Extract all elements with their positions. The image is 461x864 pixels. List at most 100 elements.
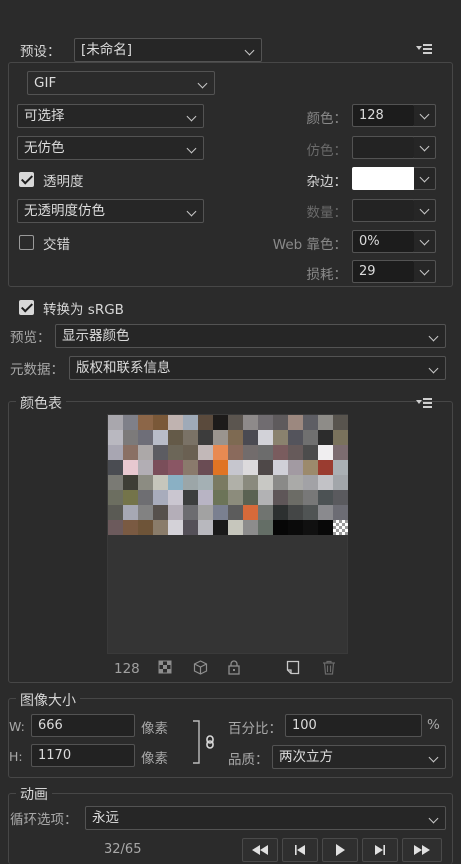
color-swatch[interactable] — [153, 415, 168, 430]
lossy-input[interactable]: 29 — [352, 260, 415, 283]
color-swatch[interactable] — [138, 430, 153, 445]
color-swatch[interactable] — [168, 445, 183, 460]
color-swatch[interactable] — [213, 445, 228, 460]
dither-stepper[interactable] — [414, 136, 436, 159]
transparency-checkbox[interactable] — [19, 172, 34, 187]
preset-dropdown[interactable]: [未命名] — [74, 38, 262, 62]
constrain-proportions-link-icon[interactable] — [192, 719, 220, 765]
height-input[interactable]: 1170 — [31, 744, 135, 767]
color-swatch[interactable] — [168, 520, 183, 535]
loop-options-dropdown[interactable]: 永远 — [85, 806, 446, 830]
color-swatch[interactable] — [183, 415, 198, 430]
web-safe-cube-icon[interactable] — [193, 660, 209, 676]
color-swatch[interactable] — [288, 490, 303, 505]
color-swatch[interactable] — [198, 505, 213, 520]
color-swatch[interactable] — [228, 490, 243, 505]
color-swatch[interactable] — [153, 445, 168, 460]
color-swatch[interactable] — [273, 490, 288, 505]
color-swatch[interactable] — [258, 445, 273, 460]
color-swatch[interactable] — [333, 520, 348, 535]
color-swatch[interactable] — [183, 520, 198, 535]
color-swatch[interactable] — [198, 475, 213, 490]
color-swatch[interactable] — [213, 430, 228, 445]
color-swatch[interactable] — [228, 415, 243, 430]
color-swatch[interactable] — [303, 430, 318, 445]
color-swatch[interactable] — [213, 415, 228, 430]
first-frame-button[interactable] — [242, 838, 278, 862]
next-frame-button[interactable] — [362, 838, 398, 862]
color-swatch[interactable] — [273, 430, 288, 445]
color-swatch[interactable] — [243, 415, 258, 430]
color-swatch[interactable] — [273, 445, 288, 460]
color-swatch[interactable] — [228, 520, 243, 535]
color-swatch[interactable] — [273, 475, 288, 490]
color-swatch[interactable] — [108, 445, 123, 460]
color-swatch[interactable] — [198, 445, 213, 460]
color-swatch[interactable] — [318, 460, 333, 475]
color-swatch[interactable] — [138, 445, 153, 460]
color-swatch[interactable] — [168, 505, 183, 520]
color-swatch[interactable] — [123, 490, 138, 505]
panel-menu-icon[interactable] — [416, 44, 432, 54]
color-swatch[interactable] — [213, 475, 228, 490]
color-swatch[interactable] — [318, 490, 333, 505]
percent-input[interactable]: 100 — [285, 714, 422, 737]
new-color-icon[interactable] — [286, 660, 302, 676]
color-swatch[interactable] — [153, 490, 168, 505]
color-swatch[interactable] — [168, 490, 183, 505]
color-swatch[interactable] — [123, 430, 138, 445]
last-frame-button[interactable] — [402, 838, 442, 862]
color-swatch[interactable] — [318, 430, 333, 445]
color-swatch[interactable] — [108, 490, 123, 505]
color-swatch[interactable] — [138, 505, 153, 520]
color-swatch[interactable] — [273, 415, 288, 430]
color-swatch[interactable] — [168, 475, 183, 490]
color-swatch[interactable] — [288, 430, 303, 445]
color-swatch[interactable] — [333, 430, 348, 445]
color-swatch[interactable] — [153, 460, 168, 475]
color-swatch[interactable] — [123, 460, 138, 475]
color-swatch[interactable] — [303, 415, 318, 430]
color-swatch[interactable] — [288, 445, 303, 460]
color-swatch[interactable] — [318, 415, 333, 430]
color-swatch[interactable] — [273, 520, 288, 535]
color-swatch[interactable] — [168, 415, 183, 430]
color-swatch[interactable] — [273, 505, 288, 520]
matte-dropdown[interactable] — [414, 167, 436, 190]
color-swatch[interactable] — [258, 490, 273, 505]
color-swatch[interactable] — [258, 430, 273, 445]
colors-stepper[interactable] — [414, 104, 436, 127]
color-swatch[interactable] — [123, 475, 138, 490]
color-swatch[interactable] — [183, 430, 198, 445]
color-swatch[interactable] — [303, 460, 318, 475]
color-swatch[interactable] — [243, 430, 258, 445]
color-swatch[interactable] — [213, 505, 228, 520]
color-swatch[interactable] — [258, 415, 273, 430]
color-table-menu-icon[interactable] — [416, 398, 432, 408]
amount-input[interactable] — [352, 199, 415, 222]
color-swatch[interactable] — [318, 475, 333, 490]
color-swatch[interactable] — [228, 430, 243, 445]
web-snap-stepper[interactable] — [414, 230, 436, 253]
color-swatch[interactable] — [108, 475, 123, 490]
colors-input[interactable]: 128 — [352, 104, 415, 127]
color-swatch[interactable] — [138, 490, 153, 505]
color-swatch[interactable] — [333, 475, 348, 490]
preview-dropdown[interactable]: 显示器颜色 — [55, 324, 446, 348]
convert-srgb-checkbox[interactable] — [19, 300, 34, 315]
color-swatch[interactable] — [243, 475, 258, 490]
color-swatch[interactable] — [183, 445, 198, 460]
color-swatch[interactable] — [168, 430, 183, 445]
color-swatch[interactable] — [318, 505, 333, 520]
color-swatch[interactable] — [333, 415, 348, 430]
dither-input[interactable] — [352, 136, 415, 159]
color-swatch[interactable] — [153, 475, 168, 490]
color-swatch[interactable] — [243, 520, 258, 535]
transparency-dither-dropdown[interactable]: 无透明度仿色 — [17, 199, 204, 223]
color-swatch[interactable] — [138, 520, 153, 535]
color-swatch[interactable] — [303, 520, 318, 535]
color-swatch[interactable] — [318, 520, 333, 535]
color-swatch[interactable] — [198, 490, 213, 505]
color-swatch[interactable] — [108, 415, 123, 430]
color-swatch[interactable] — [198, 430, 213, 445]
